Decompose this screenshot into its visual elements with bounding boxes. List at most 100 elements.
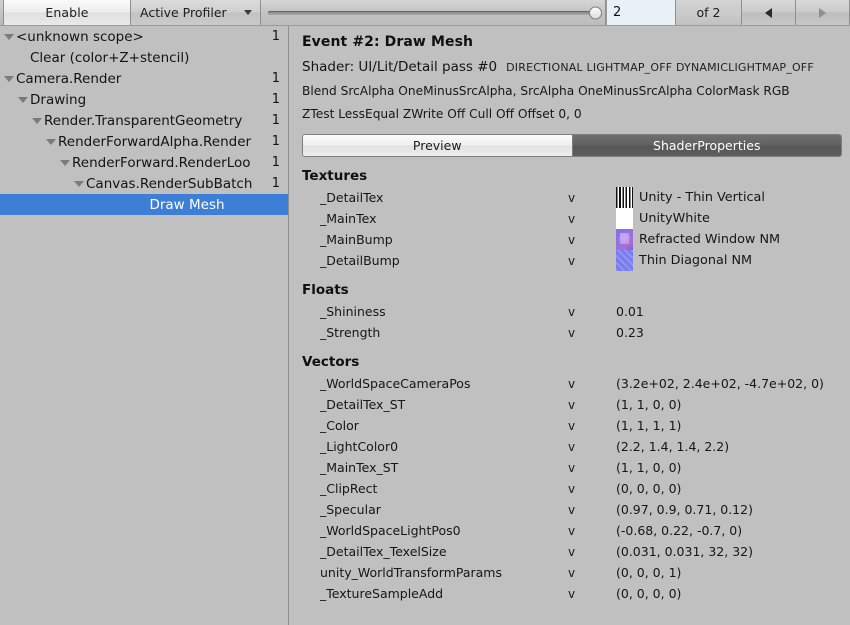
prev-event-button[interactable] bbox=[742, 0, 796, 25]
event-tree-list: <unknown scope> 1 Clear (color+Z+stencil) C… bbox=[0, 26, 288, 215]
section-heading: Textures bbox=[290, 157, 850, 187]
property-value: 0.23 bbox=[616, 325, 850, 340]
property-name: _MainTex bbox=[320, 211, 568, 226]
property-name: _Shininess bbox=[320, 304, 568, 319]
triangle-down-icon[interactable] bbox=[18, 97, 28, 103]
tree-row-count: 1 bbox=[272, 155, 280, 170]
texture-cell: Unity - Thin Vertical bbox=[616, 187, 850, 208]
triangle-right-icon bbox=[819, 8, 826, 18]
property-name: _LightColor0 bbox=[320, 439, 568, 454]
tree-row[interactable]: <unknown scope> 1 bbox=[0, 26, 288, 47]
property-name: _DetailTex_ST bbox=[320, 397, 568, 412]
texture-name: Unity - Thin Vertical bbox=[639, 190, 765, 205]
triangle-down-icon[interactable] bbox=[60, 160, 70, 166]
texture-thumbnail[interactable] bbox=[616, 250, 633, 271]
tree-row-label: Clear (color+Z+stencil) bbox=[30, 50, 274, 66]
tree-row-label: RenderForward.RenderLoo bbox=[72, 155, 266, 171]
texture-name: UnityWhite bbox=[639, 211, 710, 226]
texture-thumbnail[interactable] bbox=[616, 229, 633, 250]
property-row: _MainBumpvRefracted Window NM bbox=[290, 229, 850, 250]
property-stage-marker: v bbox=[568, 377, 616, 391]
property-row: _DetailTex_TexelSizev(0.031, 0.031, 32, … bbox=[290, 541, 850, 562]
event-slider-thumb[interactable] bbox=[589, 6, 602, 19]
triangle-down-icon[interactable] bbox=[32, 118, 42, 124]
property-row: _Colorv(1, 1, 1, 1) bbox=[290, 415, 850, 436]
shader-name: Shader: UI/Lit/Detail pass #0 bbox=[302, 59, 497, 75]
triangle-down-icon[interactable] bbox=[46, 139, 56, 145]
property-row: _MainTex_STv(1, 1, 0, 0) bbox=[290, 457, 850, 478]
property-value: (3.2e+02, 2.4e+02, -4.7e+02, 0) bbox=[616, 376, 850, 391]
tree-row-label: <unknown scope> bbox=[16, 29, 266, 45]
tree-row-count: 1 bbox=[272, 113, 280, 128]
tree-row-count: 1 bbox=[272, 29, 280, 44]
property-stage-marker: v bbox=[568, 212, 616, 226]
property-name: _Strength bbox=[320, 325, 568, 340]
tree-row[interactable]: RenderForward.RenderLoo 1 bbox=[0, 152, 288, 173]
property-value: (0, 0, 0, 1) bbox=[616, 565, 850, 580]
tree-row[interactable]: RenderForwardAlpha.Render1 bbox=[0, 131, 288, 152]
texture-thumbnail[interactable] bbox=[616, 187, 633, 208]
property-value: (1, 1, 0, 0) bbox=[616, 460, 850, 475]
tree-row[interactable]: Clear (color+Z+stencil) bbox=[0, 47, 288, 68]
tree-row-count: 1 bbox=[272, 92, 280, 107]
shader-keywords: DIRECTIONAL LIGHTMAP_OFF DYNAMICLIGHTMAP… bbox=[506, 61, 814, 74]
tree-row-count: 1 bbox=[272, 71, 280, 86]
property-stage-marker: v bbox=[568, 254, 616, 268]
property-stage-marker: v bbox=[568, 524, 616, 538]
property-stage-marker: v bbox=[568, 587, 616, 601]
property-value: (0.97, 0.9, 0.71, 0.12) bbox=[616, 502, 850, 517]
property-name: _DetailTex_TexelSize bbox=[320, 544, 568, 559]
event-tree-panel[interactable]: <unknown scope> 1 Clear (color+Z+stencil) C… bbox=[0, 26, 289, 625]
tab-label: ShaderProperties bbox=[653, 138, 760, 153]
property-stage-marker: v bbox=[568, 566, 616, 580]
triangle-down-icon[interactable] bbox=[4, 76, 14, 82]
property-name: _ClipRect bbox=[320, 481, 568, 496]
property-stage-marker: v bbox=[568, 398, 616, 412]
property-stage-marker: v bbox=[568, 305, 616, 319]
event-index-input[interactable]: 2 bbox=[606, 0, 676, 25]
shader-properties-list: Textures_DetailTexvUnity - Thin Vertical… bbox=[290, 157, 850, 604]
tree-row-label: Draw Mesh bbox=[100, 197, 274, 213]
enable-button-label: Enable bbox=[45, 5, 88, 20]
property-stage-marker: v bbox=[568, 461, 616, 475]
property-name: _DetailTex bbox=[320, 190, 568, 205]
property-row: _WorldSpaceLightPos0v(-0.68, 0.22, -0.7,… bbox=[290, 520, 850, 541]
tree-row-selected[interactable]: Draw Mesh bbox=[0, 194, 288, 215]
active-profiler-dropdown[interactable]: Active Profiler bbox=[131, 0, 261, 25]
texture-thumbnail[interactable] bbox=[616, 208, 633, 229]
property-stage-marker: v bbox=[568, 233, 616, 247]
texture-name: Thin Diagonal NM bbox=[639, 253, 752, 268]
blend-state-line: Blend SrcAlpha OneMinusSrcAlpha, SrcAlph… bbox=[290, 75, 850, 98]
tree-row[interactable]: Camera.Render 1 bbox=[0, 68, 288, 89]
triangle-down-icon[interactable] bbox=[4, 34, 14, 40]
property-row: _DetailTexv Unity - Thin Vertical bbox=[290, 187, 850, 208]
event-detail-panel: Event #2: Draw Mesh Shader: UI/Lit/Detai… bbox=[290, 26, 850, 625]
tree-row[interactable]: Canvas.RenderSubBatch1 bbox=[0, 173, 288, 194]
enable-button[interactable]: Enable bbox=[4, 0, 131, 25]
property-value: (1, 1, 1, 1) bbox=[616, 418, 850, 433]
property-stage-marker: v bbox=[568, 545, 616, 559]
property-stage-marker: v bbox=[568, 326, 616, 340]
section-heading: Vectors bbox=[290, 343, 850, 373]
texture-cell: UnityWhite bbox=[616, 208, 850, 229]
event-slider-track[interactable] bbox=[268, 11, 596, 15]
event-slider[interactable] bbox=[261, 0, 606, 25]
property-name: _DetailBump bbox=[320, 253, 568, 268]
tree-row-label: Camera.Render bbox=[16, 71, 266, 87]
property-row: _WorldSpaceCameraPosv(3.2e+02, 2.4e+02, … bbox=[290, 373, 850, 394]
page-title: Event #2: Draw Mesh bbox=[290, 26, 850, 50]
tree-row[interactable]: Render.TransparentGeometry1 bbox=[0, 110, 288, 131]
property-name: _MainTex_ST bbox=[320, 460, 568, 475]
property-value: (0, 0, 0, 0) bbox=[616, 481, 850, 496]
tree-row-count: 1 bbox=[272, 176, 280, 191]
property-name: _TextureSampleAdd bbox=[320, 586, 568, 601]
property-row: _Strengthv0.23 bbox=[290, 322, 850, 343]
tab-preview[interactable]: Preview bbox=[303, 135, 573, 156]
tab-shaderproperties[interactable]: ShaderProperties bbox=[573, 135, 842, 156]
property-stage-marker: v bbox=[568, 191, 616, 205]
tree-row-label: Drawing bbox=[30, 92, 266, 108]
next-event-button[interactable] bbox=[796, 0, 850, 25]
triangle-down-icon[interactable] bbox=[74, 181, 84, 187]
tree-row[interactable]: Drawing 1 bbox=[0, 89, 288, 110]
active-profiler-label: Active Profiler bbox=[140, 5, 240, 20]
